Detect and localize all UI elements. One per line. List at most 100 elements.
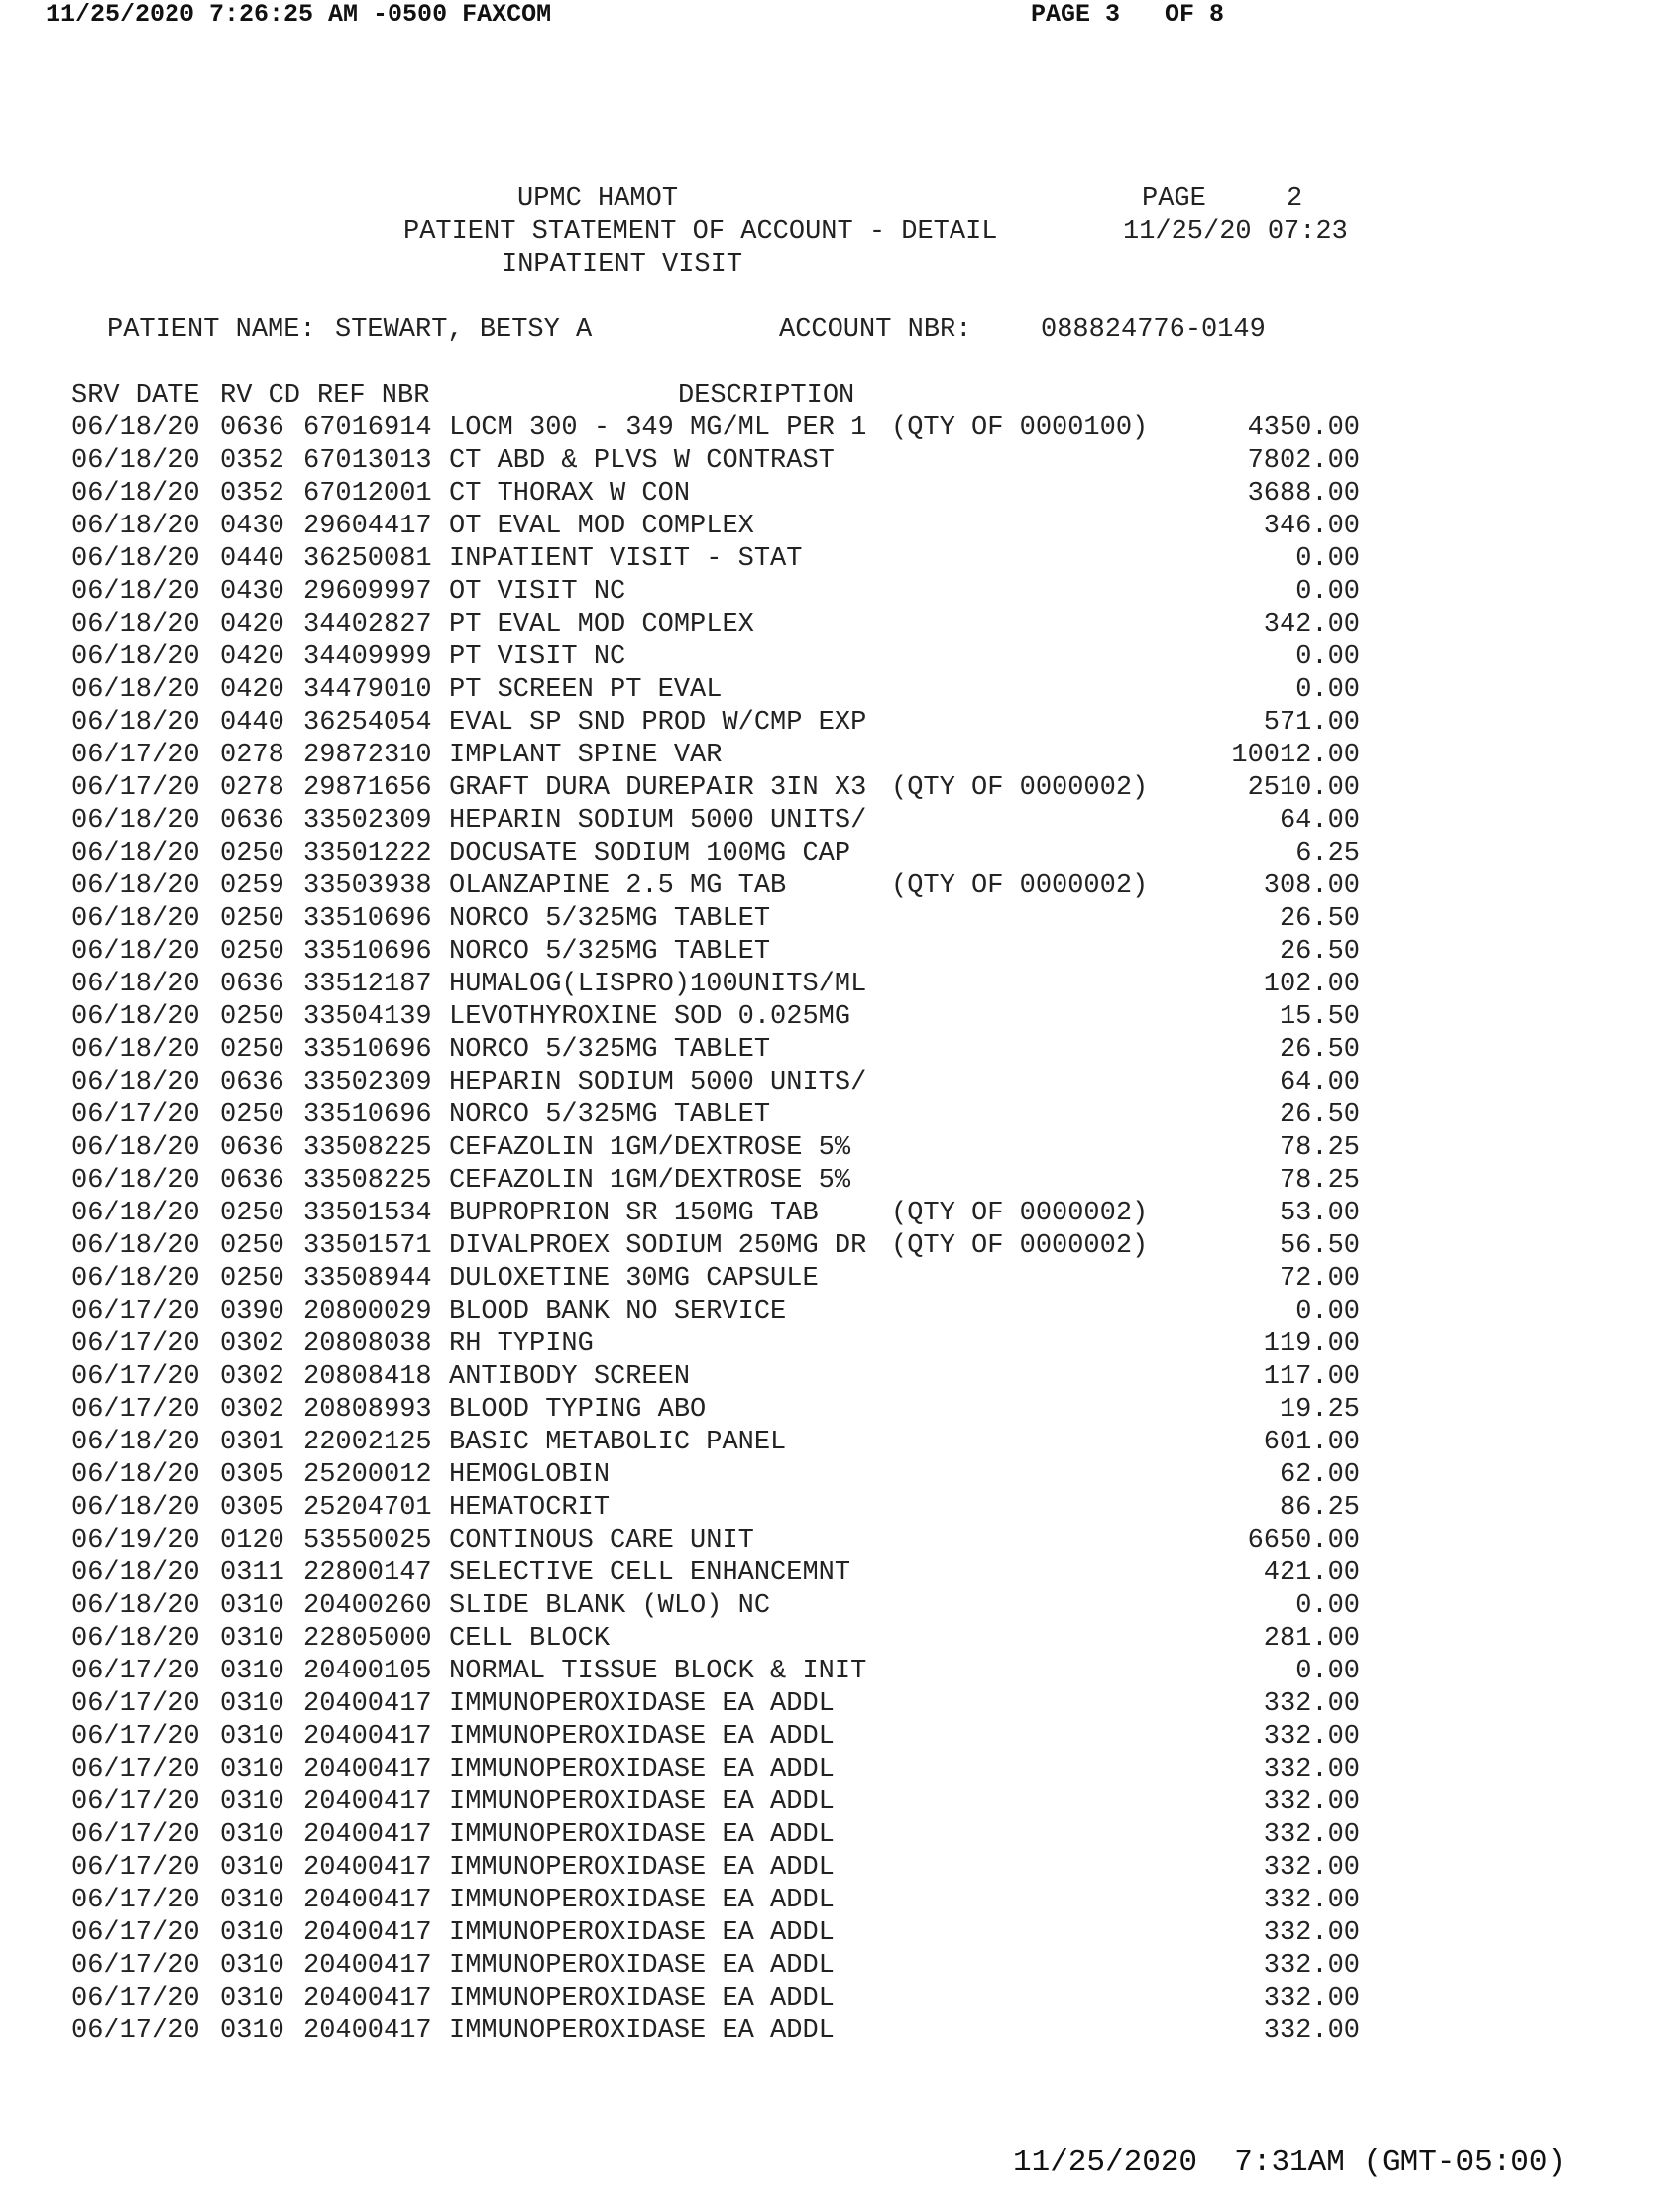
line-item-row: 06/17/20 0278 29871656 GRAFT DURA DUREPAIR … bbox=[71, 773, 1360, 806]
rv-code: 0310 bbox=[220, 1689, 284, 1719]
amount: 26.50 bbox=[1279, 1035, 1360, 1065]
amount: 0.00 bbox=[1295, 642, 1360, 672]
line-item-row: 06/18/20 0250 33501571 DIVALPROEX SODIUM 25… bbox=[71, 1231, 1360, 1264]
rv-code: 0259 bbox=[220, 871, 284, 901]
ref-number: 33501222 bbox=[303, 839, 432, 868]
description: NORCO 5/325MG TABLET bbox=[449, 937, 771, 967]
srv-date: 06/18/20 bbox=[71, 708, 200, 738]
srv-date: 06/18/20 bbox=[71, 512, 200, 541]
amount: 332.00 bbox=[1263, 1853, 1360, 1883]
ref-number: 25200012 bbox=[303, 1460, 432, 1490]
srv-date: 06/18/20 bbox=[71, 1264, 200, 1294]
description: IMMUNOPEROXIDASE EA ADDL bbox=[449, 1820, 835, 1850]
quantity: (QTY OF 0000002) bbox=[891, 1231, 1149, 1261]
ref-number: 33501571 bbox=[303, 1231, 432, 1261]
description: BUPROPRION SR 150MG TAB bbox=[449, 1199, 819, 1228]
ref-number: 33504139 bbox=[303, 1002, 432, 1032]
rv-code: 0310 bbox=[220, 1722, 284, 1752]
line-item-row: 06/17/20 0302 20808418 ANTIBODY SCREEN 117.0… bbox=[71, 1362, 1360, 1395]
rv-code: 0301 bbox=[220, 1428, 284, 1457]
description: EVAL SP SND PROD W/CMP EXP bbox=[449, 708, 867, 738]
srv-date: 06/18/20 bbox=[71, 1068, 200, 1097]
description: LOCM 300 - 349 MG/ML PER 1 bbox=[449, 413, 867, 443]
rv-code: 0250 bbox=[220, 1231, 284, 1261]
line-item-row: 06/18/20 0250 33504139 LEVOTHYROXINE SOD 0.… bbox=[71, 1002, 1360, 1035]
rv-code: 0420 bbox=[220, 610, 284, 639]
rv-code: 0352 bbox=[220, 446, 284, 476]
srv-date: 06/18/20 bbox=[71, 446, 200, 476]
ref-number: 33501534 bbox=[303, 1199, 432, 1228]
ref-number: 36250081 bbox=[303, 544, 432, 574]
amount: 15.50 bbox=[1279, 1002, 1360, 1032]
line-item-row: 06/18/20 0430 29604417 OT EVAL MOD COMPLEX 3… bbox=[71, 512, 1360, 544]
rv-code: 0250 bbox=[220, 1100, 284, 1130]
description: PT SCREEN PT EVAL bbox=[449, 675, 723, 705]
ref-number: 33510696 bbox=[303, 1035, 432, 1065]
ref-number: 33508944 bbox=[303, 1264, 432, 1294]
srv-date: 06/17/20 bbox=[71, 1984, 200, 2014]
amount: 56.50 bbox=[1279, 1231, 1360, 1261]
line-item-row: 06/18/20 0430 29609997 OT VISIT NC 0.00 bbox=[71, 577, 1360, 610]
amount: 0.00 bbox=[1295, 1591, 1360, 1621]
ref-number: 53550025 bbox=[303, 1526, 432, 1556]
col-srv-date: SRV DATE bbox=[71, 381, 200, 410]
line-item-row: 06/17/20 0302 20808038 RH TYPING 119.00 bbox=[71, 1329, 1360, 1362]
line-item-row: 06/18/20 0301 22002125 BASIC METABOLIC PANE… bbox=[71, 1428, 1360, 1460]
description: LEVOTHYROXINE SOD 0.025MG bbox=[449, 1002, 851, 1032]
line-item-row: 06/18/20 0250 33501534 BUPROPRION SR 150MG … bbox=[71, 1199, 1360, 1231]
srv-date: 06/17/20 bbox=[71, 1100, 200, 1130]
amount: 53.00 bbox=[1279, 1199, 1360, 1228]
rv-code: 0250 bbox=[220, 839, 284, 868]
srv-date: 06/17/20 bbox=[71, 1689, 200, 1719]
description: NORMAL TISSUE BLOCK & INIT bbox=[449, 1657, 867, 1686]
srv-date: 06/18/20 bbox=[71, 1199, 200, 1228]
srv-date: 06/18/20 bbox=[71, 1624, 200, 1654]
description: RH TYPING bbox=[449, 1329, 594, 1359]
ref-number: 33508225 bbox=[303, 1133, 432, 1163]
ref-number: 20400417 bbox=[303, 1984, 432, 2014]
description: IMMUNOPEROXIDASE EA ADDL bbox=[449, 1689, 835, 1719]
srv-date: 06/18/20 bbox=[71, 1493, 200, 1523]
ref-number: 20400417 bbox=[303, 1918, 432, 1948]
line-item-row: 06/17/20 0278 29872310 IMPLANT SPINE VAR 100… bbox=[71, 741, 1360, 773]
description: OT EVAL MOD COMPLEX bbox=[449, 512, 754, 541]
description: IMMUNOPEROXIDASE EA ADDL bbox=[449, 1951, 835, 1981]
line-item-row: 06/18/20 0250 33510696 NORCO 5/325MG TABLET… bbox=[71, 1035, 1360, 1068]
description: DULOXETINE 30MG CAPSULE bbox=[449, 1264, 819, 1294]
line-item-row: 06/18/20 0259 33503938 OLANZAPINE 2.5 MG TA… bbox=[71, 871, 1360, 904]
statement-title: PATIENT STATEMENT OF ACCOUNT - DETAIL bbox=[403, 217, 998, 247]
ref-number: 20400417 bbox=[303, 1820, 432, 1850]
col-description: DESCRIPTION bbox=[678, 381, 855, 410]
ref-number: 34479010 bbox=[303, 675, 432, 705]
line-item-row: 06/18/20 0310 20400260 SLIDE BLANK (WLO) NC… bbox=[71, 1591, 1360, 1624]
rv-code: 0636 bbox=[220, 413, 284, 443]
srv-date: 06/18/20 bbox=[71, 413, 200, 443]
line-item-row: 06/17/20 0250 33510696 NORCO 5/325MG TABLET… bbox=[71, 1100, 1360, 1133]
rv-code: 0278 bbox=[220, 741, 284, 770]
amount: 72.00 bbox=[1279, 1264, 1360, 1294]
description: IMMUNOPEROXIDASE EA ADDL bbox=[449, 1918, 835, 1948]
rv-code: 0250 bbox=[220, 1264, 284, 1294]
statement-datetime: 11/25/20 07:23 bbox=[1123, 217, 1348, 247]
srv-date: 06/18/20 bbox=[71, 806, 200, 836]
ref-number: 67016914 bbox=[303, 413, 432, 443]
srv-date: 06/17/20 bbox=[71, 2017, 200, 2046]
quantity: (QTY OF 0000002) bbox=[891, 871, 1149, 901]
line-item-row: 06/17/20 0390 20800029 BLOOD BANK NO SERVIC… bbox=[71, 1297, 1360, 1329]
page-label: PAGE bbox=[1142, 184, 1206, 214]
rv-code: 0636 bbox=[220, 970, 284, 999]
amount: 26.50 bbox=[1279, 1100, 1360, 1130]
srv-date: 06/17/20 bbox=[71, 1787, 200, 1817]
amount: 332.00 bbox=[1263, 1787, 1360, 1817]
rv-code: 0310 bbox=[220, 1886, 284, 1915]
description: BLOOD BANK NO SERVICE bbox=[449, 1297, 787, 1326]
amount: 3688.00 bbox=[1247, 479, 1360, 509]
fax-page-info: PAGE 3 OF 8 bbox=[1031, 0, 1225, 29]
amount: 19.25 bbox=[1279, 1395, 1360, 1425]
rv-code: 0310 bbox=[220, 2017, 284, 2046]
ref-number: 20808993 bbox=[303, 1395, 432, 1425]
rv-code: 0302 bbox=[220, 1362, 284, 1392]
description: CT ABD & PLVS W CONTRAST bbox=[449, 446, 835, 476]
amount: 78.25 bbox=[1279, 1166, 1360, 1196]
fax-timestamp: 11/25/2020 7:26:25 AM -0500 FAXCOM bbox=[46, 0, 552, 29]
